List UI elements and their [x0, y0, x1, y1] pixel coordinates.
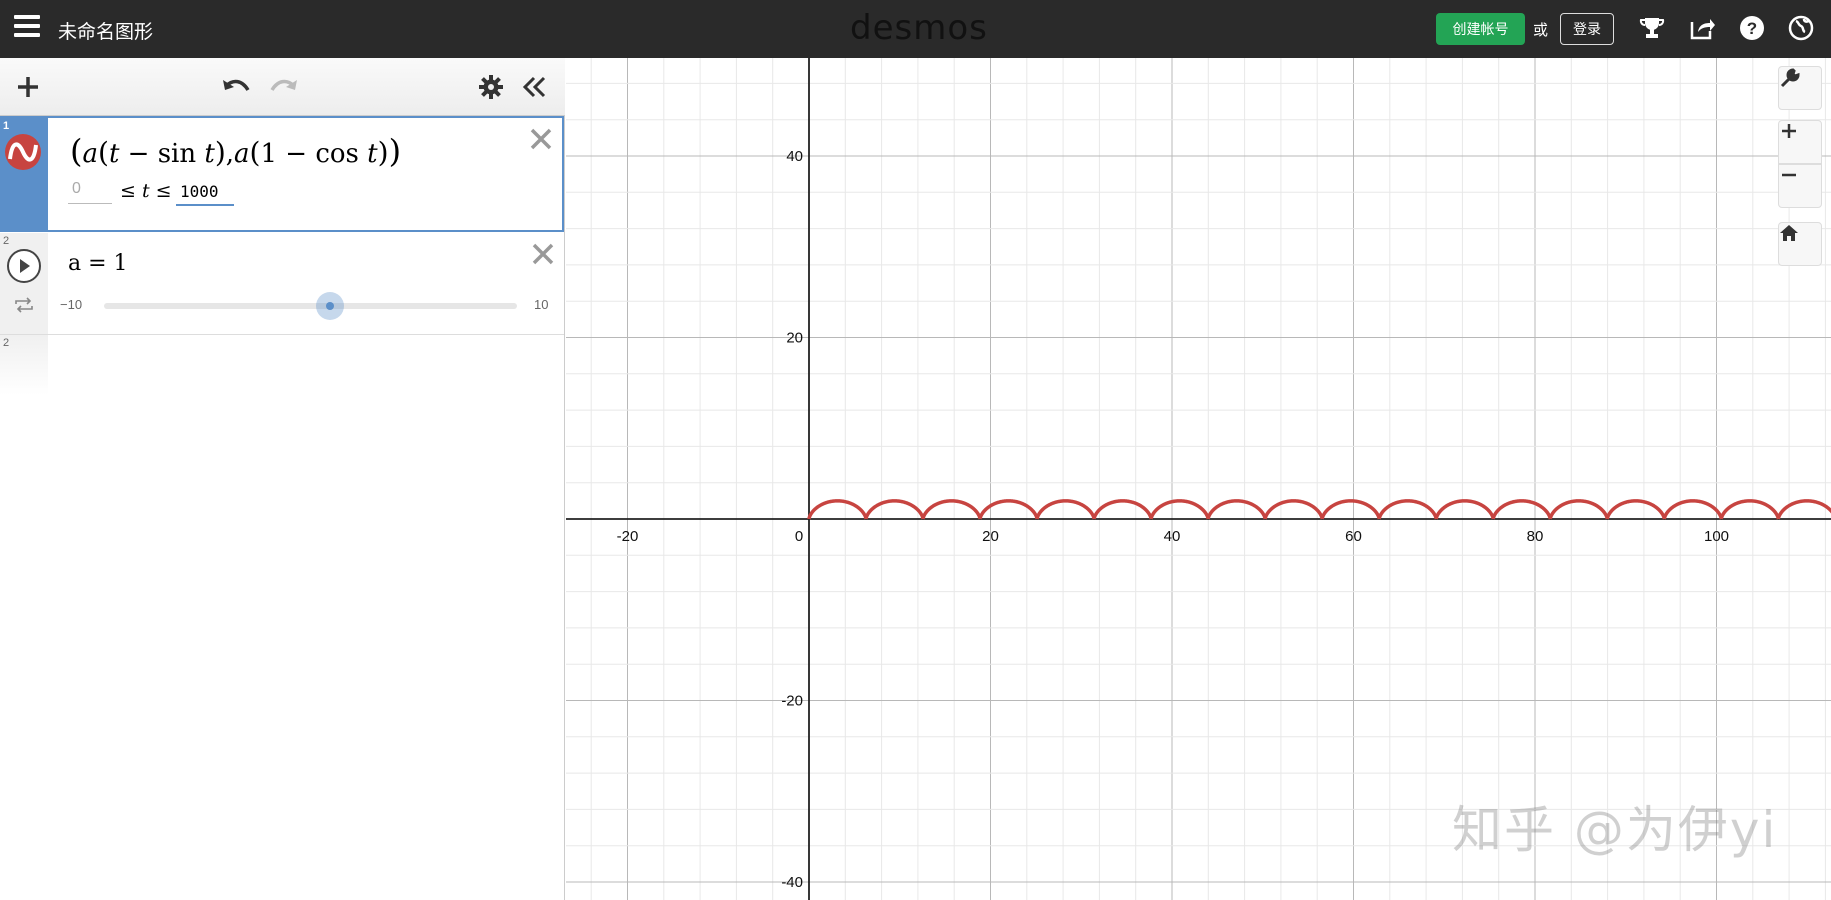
graph-title[interactable]: 未命名图形 — [58, 17, 153, 44]
delete-expression-icon[interactable] — [528, 126, 554, 152]
collapse-panel-icon[interactable] — [522, 76, 548, 98]
range-min-input[interactable]: 0 — [68, 180, 112, 204]
cycloid-curve[interactable] — [807, 499, 1831, 520]
help-icon[interactable]: ? — [1738, 14, 1766, 42]
slider-formula[interactable]: a = 1 — [68, 251, 128, 276]
zoom-out-icon[interactable] — [1778, 164, 1822, 208]
graph-settings-wrench-icon[interactable] — [1778, 66, 1822, 110]
expression-gutter: 2 — [0, 233, 48, 334]
x-tick-label: 0 — [795, 528, 803, 545]
expression-row-empty[interactable]: 2 — [0, 335, 564, 395]
trophy-icon[interactable] — [1638, 14, 1666, 42]
play-slider-icon[interactable] — [6, 248, 42, 284]
redo-icon[interactable] — [268, 76, 298, 98]
x-tick-label: 40 — [1164, 528, 1181, 545]
expression-number: 1 — [3, 120, 10, 132]
zoom-in-icon[interactable] — [1778, 120, 1822, 164]
home-icon[interactable] — [1778, 222, 1822, 266]
svg-text:?: ? — [1747, 19, 1757, 38]
hamburger-menu-icon[interactable] — [14, 15, 40, 41]
expression-panel: 1 (a(t − sin t),a(1 − cos t)) 0 ≤ t ≤ 10… — [0, 58, 565, 900]
y-tick-label: 40 — [786, 148, 803, 165]
expression-row-slider[interactable]: 2 a = 1 −10 10 — [0, 233, 564, 335]
watermark: 知乎 @为伊yi — [1452, 801, 1778, 859]
y-tick-label: -40 — [781, 874, 803, 891]
graph-canvas[interactable]: -20 0 20 40 60 80 100 40 20 -20 -40 — [566, 58, 1831, 900]
range-inequality-label: ≤ t ≤ — [120, 180, 172, 202]
share-icon[interactable] — [1688, 14, 1716, 42]
add-icon[interactable] — [15, 74, 41, 100]
slider-handle[interactable] — [316, 292, 344, 320]
header-bar: 未命名图形 desmos 创建帐号 或 登录 ? — [0, 0, 1831, 58]
expression-number: 2 — [3, 337, 10, 349]
globe-icon[interactable] — [1787, 14, 1815, 42]
delete-expression-icon[interactable] — [530, 241, 556, 267]
parametric-curve-color-icon[interactable] — [4, 133, 42, 171]
undo-icon[interactable] — [222, 76, 252, 98]
y-tick-label: 20 — [786, 330, 803, 347]
expression-row-parametric[interactable]: 1 (a(t − sin t),a(1 − cos t)) 0 ≤ t ≤ 10… — [0, 116, 564, 232]
expression-gutter: 2 — [0, 335, 48, 395]
y-tick-label: -20 — [781, 693, 803, 710]
x-tick-label: 80 — [1527, 528, 1544, 545]
x-tick-label: 60 — [1345, 528, 1362, 545]
login-button[interactable]: 登录 — [1560, 13, 1614, 45]
expression-toolbar — [0, 58, 565, 116]
desmos-logo: desmos — [850, 8, 988, 48]
slider-min-label[interactable]: −10 — [60, 297, 82, 312]
create-account-button[interactable]: 创建帐号 — [1436, 13, 1525, 45]
graph-svg: -20 0 20 40 60 80 100 40 20 -20 -40 — [566, 58, 1831, 900]
expression-number: 2 — [3, 235, 10, 247]
settings-gear-icon[interactable] — [478, 74, 504, 100]
range-max-input[interactable]: 1000 — [176, 182, 234, 206]
x-tick-label: 20 — [982, 528, 999, 545]
expression-gutter: 1 — [0, 118, 48, 230]
or-label: 或 — [1533, 22, 1549, 39]
slider-max-label[interactable]: 10 — [534, 297, 548, 312]
x-tick-label: 100 — [1704, 528, 1729, 545]
x-tick-label: -20 — [617, 528, 639, 545]
parametric-formula[interactable]: (a(t − sin t),a(1 − cos t)) — [70, 132, 401, 170]
slider-track[interactable] — [104, 303, 517, 309]
loop-mode-icon[interactable] — [13, 296, 35, 314]
